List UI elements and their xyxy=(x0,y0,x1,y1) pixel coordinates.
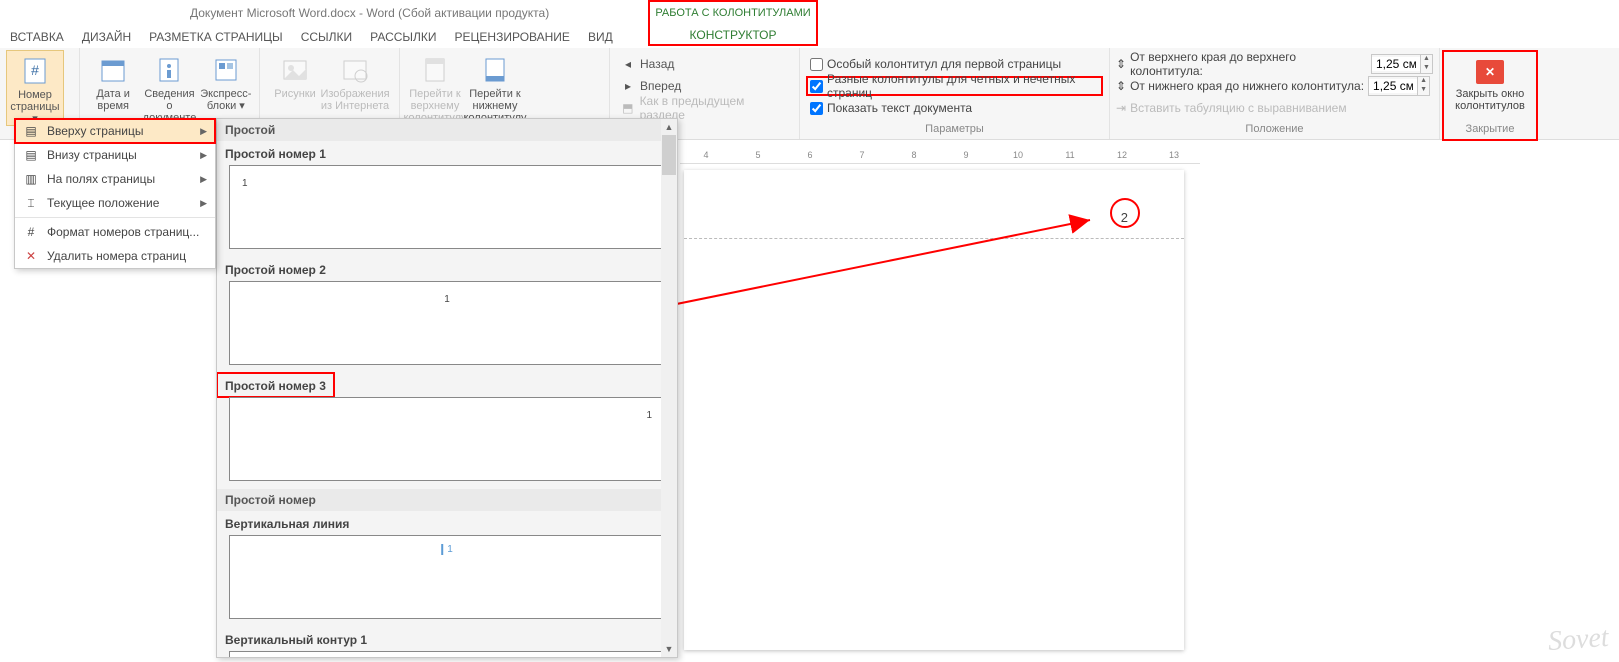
scroll-up-icon[interactable]: ▲ xyxy=(661,119,677,135)
close-header-footer-button[interactable]: ✕ Закрыть окно колонтитулов xyxy=(1445,54,1535,112)
spin-up-icon[interactable]: ▲ xyxy=(1417,77,1429,86)
tab-icon: ⇥ xyxy=(1116,101,1126,115)
contextual-tab-active[interactable]: КОНСТРУКТОР xyxy=(650,24,816,46)
doc-top-icon: ▤ xyxy=(23,123,39,139)
gallery-scrollbar[interactable]: ▲ ▼ xyxy=(661,119,677,657)
chk-odd-even[interactable]: Разные колонтитулы для четных и нечетных… xyxy=(806,76,1103,96)
menu-separator xyxy=(15,217,215,218)
spin-down-icon[interactable]: ▼ xyxy=(1417,86,1429,95)
tab-layout[interactable]: РАЗМЕТКА СТРАНИЦЫ xyxy=(149,30,283,44)
nav-next[interactable]: ▸Вперед xyxy=(616,76,793,96)
online-pictures-button[interactable]: Изображения из Интернета xyxy=(326,50,384,112)
nav-link-previous[interactable]: ⬒Как в предыдущем разделе xyxy=(616,98,793,118)
goto-footer-icon xyxy=(479,54,511,86)
link-icon: ⬒ xyxy=(620,100,636,116)
doc-margin-icon: ▥ xyxy=(23,171,39,187)
svg-text:#: # xyxy=(31,62,39,78)
gallery-item-vertical-line[interactable]: Вертикальная линия xyxy=(217,511,677,535)
footer-from-bottom: ⇕ От нижнего края до нижнего колонтитула… xyxy=(1116,76,1433,96)
gallery-section-plain-number: Простой номер xyxy=(217,489,677,511)
group-close-label: Закрытие xyxy=(1450,123,1530,137)
tab-references[interactable]: ССЫЛКИ xyxy=(301,30,352,44)
date-time-button[interactable]: Дата и время xyxy=(86,50,140,112)
format-icon: # xyxy=(23,224,39,240)
spin-down-icon[interactable]: ▼ xyxy=(1420,64,1432,73)
insert-tab-alignment[interactable]: ⇥ Вставить табуляцию с выравниванием xyxy=(1116,98,1433,118)
contextual-tab-title: РАБОТА С КОЛОНТИТУЛАМИ xyxy=(650,2,816,24)
online-picture-icon xyxy=(339,54,371,86)
tab-review[interactable]: РЕЦЕНЗИРОВАНИЕ xyxy=(455,30,570,44)
margin-top-icon: ⇕ xyxy=(1116,57,1126,71)
menu-page-margins[interactable]: ▥На полях страницы▶ xyxy=(15,167,215,191)
chevron-right-icon: ▶ xyxy=(200,174,207,185)
gallery-preview[interactable]: 1 xyxy=(229,281,665,365)
goto-header-button[interactable]: Перейти к верхнему колонтитулу xyxy=(406,50,464,124)
scrollbar-thumb[interactable] xyxy=(662,135,676,175)
header-from-top-input[interactable]: ▲▼ xyxy=(1371,54,1433,74)
spin-up-icon[interactable]: ▲ xyxy=(1420,55,1432,64)
chk-show-document[interactable]: Показать текст документа xyxy=(806,98,1103,118)
gallery-preview[interactable]: 1 xyxy=(229,535,665,619)
contextual-tab-group: РАБОТА С КОЛОНТИТУЛАМИ КОНСТРУКТОР xyxy=(648,0,818,46)
menu-format-numbers[interactable]: #Формат номеров страниц... xyxy=(15,220,215,244)
gallery-item-plain-1[interactable]: Простой номер 1 xyxy=(217,141,677,165)
horizontal-ruler[interactable]: 45678910111213 xyxy=(680,146,1200,164)
calendar-icon xyxy=(97,54,129,86)
page-number-menu: ▤Вверху страницы▶ ▤Внизу страницы▶ ▥На п… xyxy=(14,118,216,269)
tab-mailings[interactable]: РАССЫЛКИ xyxy=(370,30,436,44)
tab-view[interactable]: ВИД xyxy=(588,30,613,44)
group-position-label: Положение xyxy=(1116,123,1433,137)
group-options-label: Параметры xyxy=(806,123,1103,137)
watermark: Sovet xyxy=(1547,622,1610,658)
header-from-top: ⇕ От верхнего края до верхнего колонтиту… xyxy=(1116,54,1433,74)
menu-bottom-of-page[interactable]: ▤Внизу страницы▶ xyxy=(15,143,215,167)
doc-bottom-icon: ▤ xyxy=(23,147,39,163)
gallery-section-simple: Простой xyxy=(217,119,677,141)
close-icon: ✕ xyxy=(1476,60,1504,84)
gallery-preview[interactable]: 1 xyxy=(229,397,665,481)
picture-icon xyxy=(279,54,311,86)
scroll-down-icon[interactable]: ▼ xyxy=(661,641,677,657)
document-page[interactable]: 2 xyxy=(684,170,1184,650)
tab-insert[interactable]: ВСТАВКА xyxy=(10,30,64,44)
chevron-right-icon: ▶ xyxy=(200,126,207,137)
page-number-gallery: Простой Простой номер 1 1 Простой номер … xyxy=(216,118,678,658)
nav-previous[interactable]: ◂Назад xyxy=(616,54,793,74)
nav-prev-icon: ◂ xyxy=(620,56,636,72)
chevron-right-icon: ▶ xyxy=(200,150,207,161)
gallery-item-plain-3[interactable]: Простой номер 3 xyxy=(217,373,334,397)
goto-footer-button[interactable]: Перейти к нижнему колонтитулу xyxy=(466,50,524,124)
tab-design[interactable]: ДИЗАЙН xyxy=(82,30,131,44)
footer-from-bottom-input[interactable]: ▲▼ xyxy=(1368,76,1430,96)
menu-remove-numbers[interactable]: ✕Удалить номера страниц xyxy=(15,244,215,268)
gallery-preview[interactable]: 1 xyxy=(229,651,665,658)
gallery-item-plain-2[interactable]: Простой номер 2 xyxy=(217,257,677,281)
page-number-icon: # xyxy=(19,55,51,87)
gallery-preview[interactable]: 1 xyxy=(229,165,665,249)
pictures-button[interactable]: Рисунки xyxy=(266,50,324,100)
chevron-right-icon: ▶ xyxy=(200,198,207,209)
nav-next-icon: ▸ xyxy=(620,78,636,94)
header-boundary xyxy=(684,238,1184,239)
menu-top-of-page[interactable]: ▤Вверху страницы▶ xyxy=(15,119,215,143)
chk-first-page[interactable]: Особый колонтитул для первой страницы xyxy=(806,54,1103,74)
gallery-item-vertical-outline-1[interactable]: Вертикальный контур 1 xyxy=(217,627,677,651)
annotation-circle xyxy=(1110,198,1140,228)
cursor-icon: ⌶ xyxy=(23,195,39,211)
quick-parts-button[interactable]: Экспресс-блоки ▾ xyxy=(199,50,253,112)
margin-bottom-icon: ⇕ xyxy=(1116,79,1126,93)
window-title: Документ Microsoft Word.docx - Word (Сбо… xyxy=(190,6,549,20)
document-info-icon xyxy=(153,54,185,86)
page-number-button[interactable]: # Номер страницы ▾ xyxy=(6,50,64,126)
menu-current-position[interactable]: ⌶Текущее положение▶ xyxy=(15,191,215,215)
goto-header-icon xyxy=(419,54,451,86)
quick-parts-icon xyxy=(210,54,242,86)
remove-icon: ✕ xyxy=(23,248,39,264)
